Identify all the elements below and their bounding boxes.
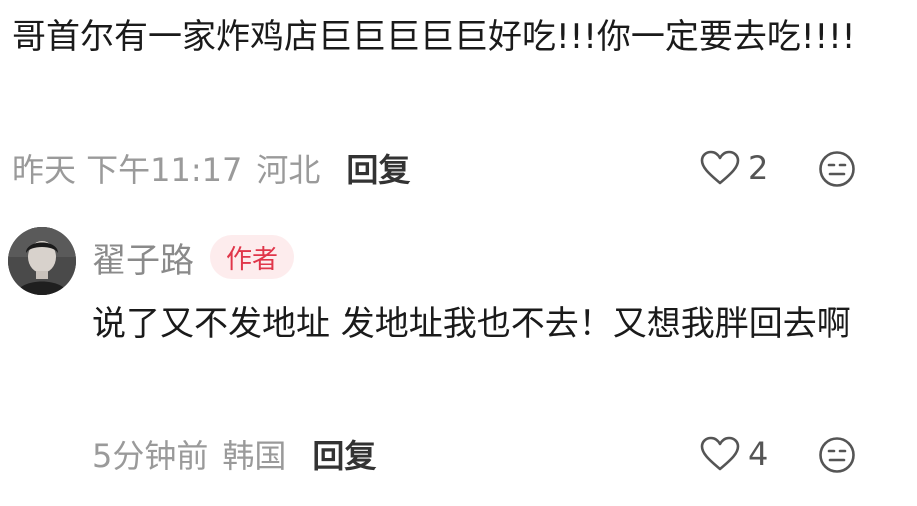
reply-meta: 5分钟前 韩国 回复	[92, 432, 376, 476]
like-count: 2	[748, 149, 769, 187]
heart-outline-icon	[700, 150, 740, 186]
comment-location: 河北	[256, 151, 321, 189]
comment-timestamp: 昨天 下午11:17	[12, 151, 243, 189]
reply-header: 翟子路 作者	[92, 232, 295, 282]
comment-meta: 昨天 下午11:17 河北 回复	[12, 146, 410, 190]
reply-button[interactable]: 回复	[346, 145, 410, 191]
reply-timestamp: 5分钟前	[92, 437, 209, 475]
reply-like-button[interactable]: 4	[700, 432, 768, 476]
like-count: 4	[748, 435, 769, 473]
heart-outline-icon	[700, 436, 740, 472]
reply-button[interactable]: 回复	[312, 431, 376, 477]
reply-text: 说了又不发地址 发地址我也不去！又想我胖回去啊	[92, 304, 851, 344]
comment-text: 哥首尔有一家炸鸡店巨巨巨巨巨好吃!!!你一定要去吃!!!!	[12, 17, 856, 57]
meh-face-icon[interactable]	[818, 436, 856, 474]
avatar[interactable]	[8, 227, 76, 295]
meh-face-icon[interactable]	[818, 150, 856, 188]
reply-location: 韩国	[222, 437, 287, 475]
username[interactable]: 翟子路	[92, 233, 194, 282]
author-badge: 作者	[210, 235, 295, 279]
comment-like-button[interactable]: 2	[700, 146, 768, 190]
